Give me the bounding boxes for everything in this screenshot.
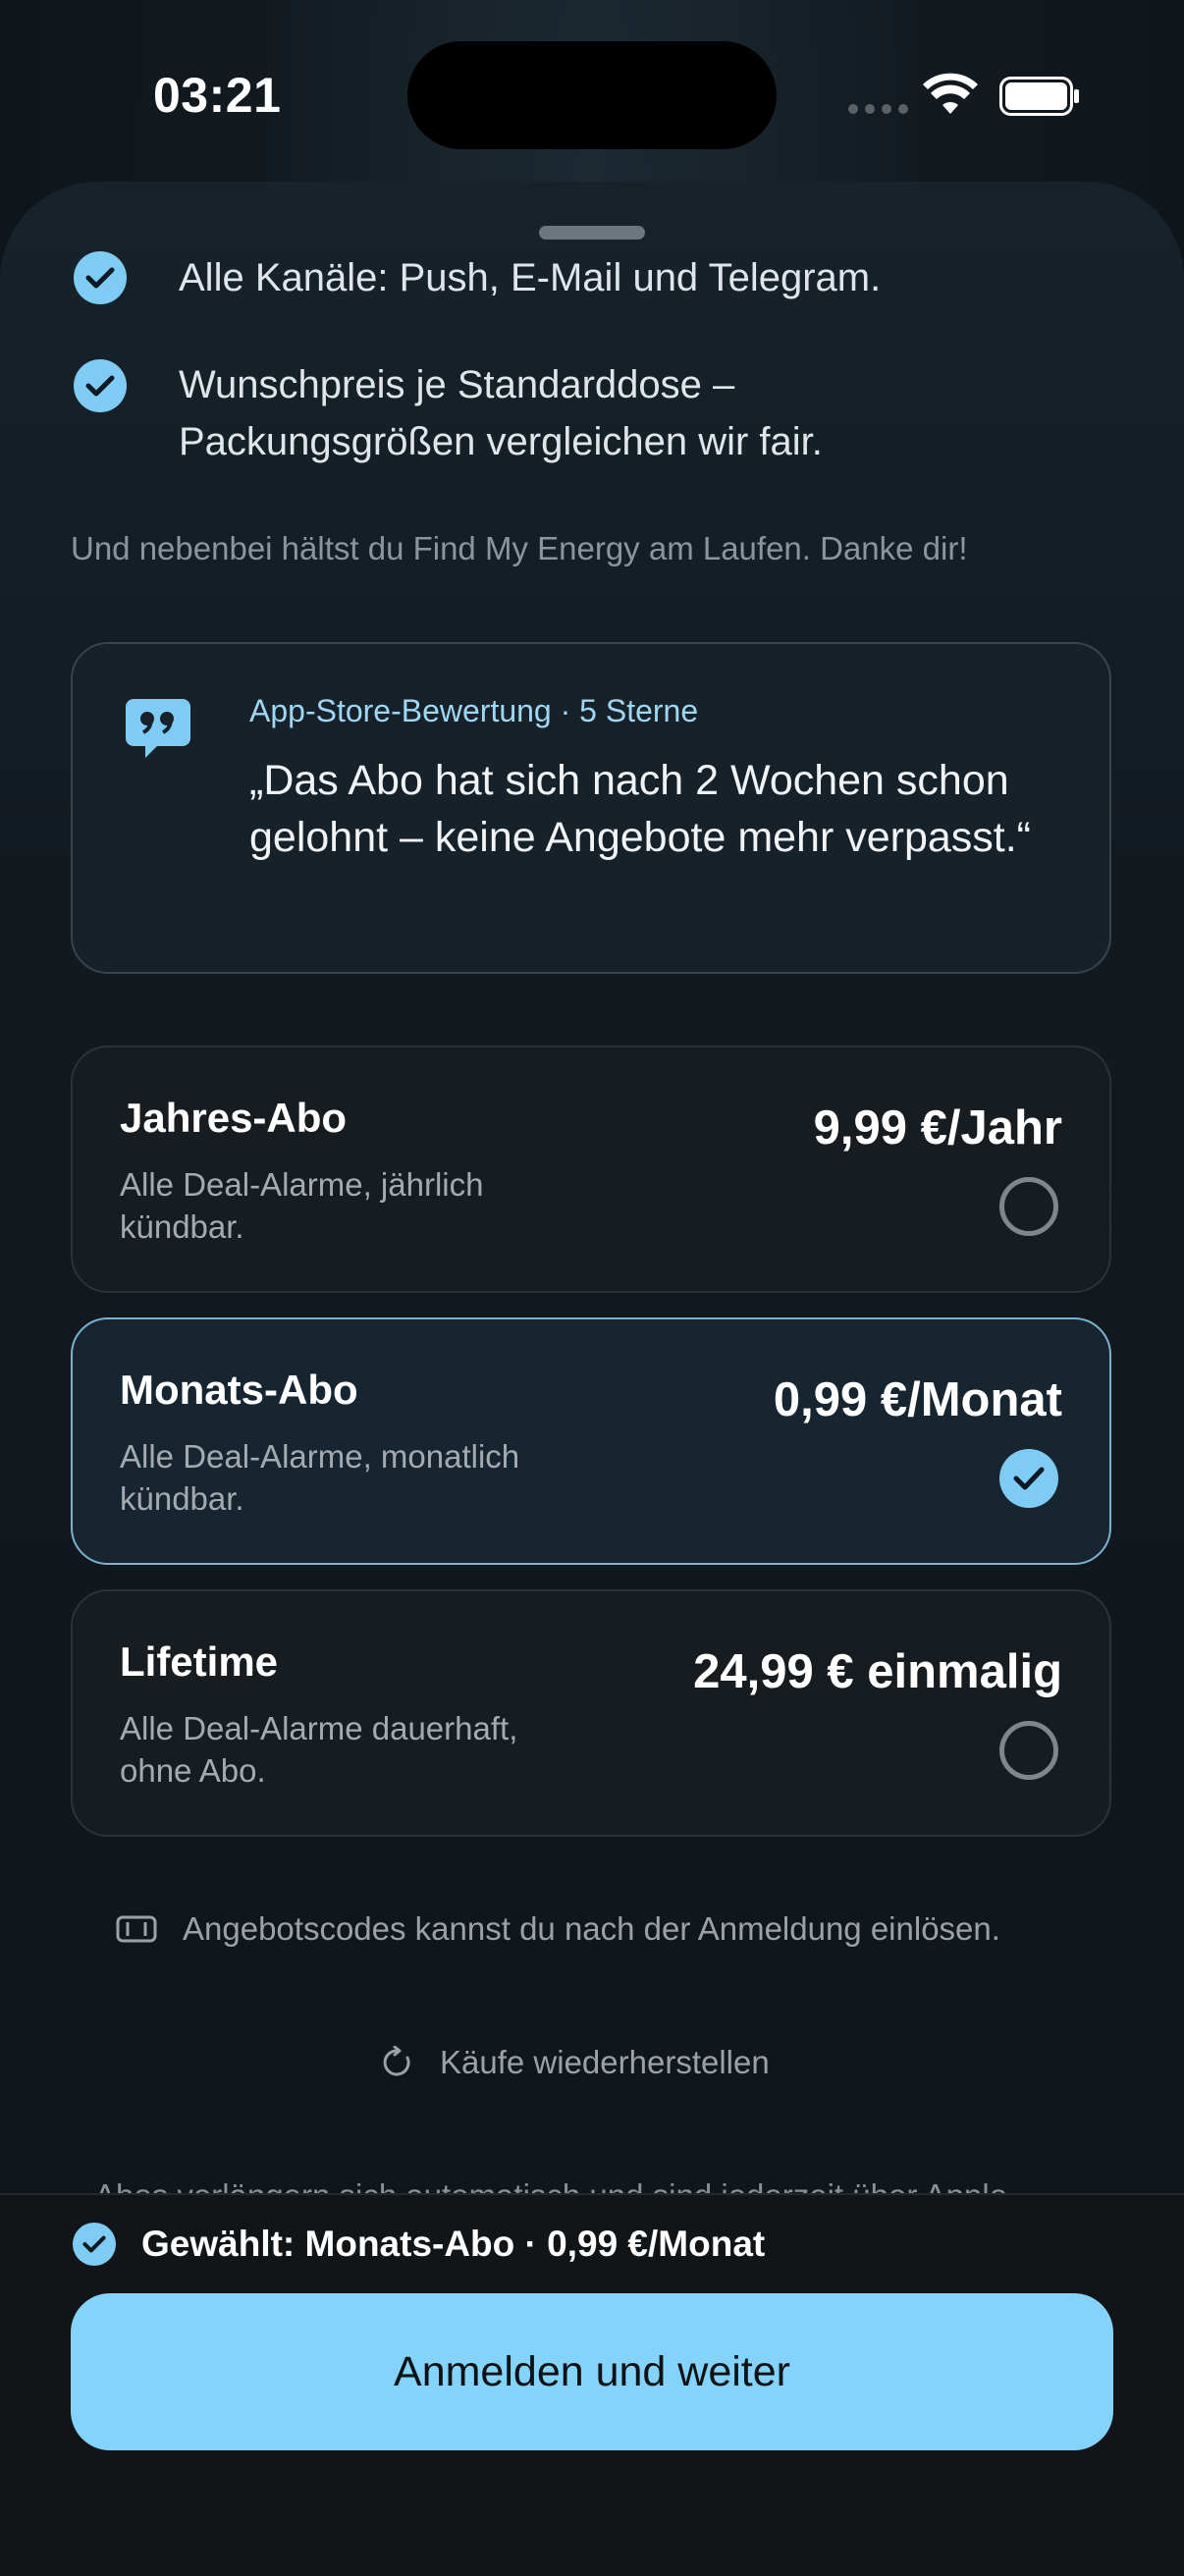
offer-codes-hint: Angebotscodes kannst du nach der Anmeldu…	[116, 1910, 1000, 1948]
check-icon	[73, 2223, 116, 2266]
plan-yearly[interactable]: Jahres-Abo Alle Deal-Alarme, jährlich kü…	[71, 1046, 1111, 1293]
plan-name: Monats-Abo	[120, 1367, 358, 1413]
restore-purchases-button[interactable]: Käufe wiederherstellen	[381, 2044, 770, 2081]
plan-name: Lifetime	[120, 1638, 279, 1685]
plan-monthly[interactable]: Monats-Abo Alle Deal-Alarme, monatlich k…	[71, 1317, 1111, 1565]
plan-price: 9,99 €/Jahr	[813, 1101, 1062, 1154]
plan-description: Alle Deal-Alarme, jährlich kündbar.	[120, 1166, 484, 1245]
selection-summary-text: Gewählt: Monats-Abo · 0,99 €/Monat	[141, 2224, 766, 2264]
plan-name: Jahres-Abo	[120, 1095, 348, 1141]
sign-in-continue-button[interactable]: Anmelden und weiter	[71, 2293, 1113, 2450]
plan-lifetime[interactable]: Lifetime Alle Deal-Alarme dauerhaft, ohn…	[71, 1589, 1111, 1837]
sheet-grabber[interactable]	[539, 226, 645, 240]
radio-unselected-icon[interactable]	[999, 1721, 1058, 1780]
review-card: App-Store-Bewertung · 5 Sterne „Das Abo …	[71, 642, 1111, 974]
wifi-icon	[923, 73, 978, 114]
plan-price: 24,99 € einmalig	[693, 1645, 1062, 1698]
restore-label: Käufe wiederherstellen	[440, 2044, 770, 2080]
plan-description: Alle Deal-Alarme, monatlich kündbar.	[120, 1438, 520, 1517]
review-source: App-Store-Bewertung · 5 Sterne	[249, 693, 699, 728]
feature-wish-price: Wunschpreis je Standarddose – Packungsgr…	[179, 363, 823, 463]
quote-bubble-icon	[126, 699, 190, 758]
check-icon	[74, 251, 127, 304]
review-quote: „Das Abo hat sich nach 2 Wochen schon ge…	[249, 757, 1032, 861]
battery-icon	[999, 77, 1079, 116]
dynamic-island	[407, 41, 777, 149]
bottom-bar: Gewählt: Monats-Abo · 0,99 €/Monat Anmel…	[0, 2193, 1184, 2576]
plan-description: Alle Deal-Alarme dauerhaft, ohne Abo.	[120, 1710, 518, 1789]
refresh-icon	[383, 2046, 410, 2076]
selection-summary: Gewählt: Monats-Abo · 0,99 €/Monat	[73, 2223, 765, 2266]
ticket-icon	[116, 1915, 157, 1943]
cellular-signal-icon	[848, 104, 908, 114]
offer-codes-text: Angebotscodes kannst du nach der Anmeldu…	[183, 1910, 1000, 1947]
thank-you-note: Und nebenbei hältst du Find My Energy am…	[71, 530, 968, 566]
check-icon	[74, 359, 127, 412]
plan-price: 0,99 €/Monat	[773, 1373, 1062, 1426]
feature-channels: Alle Kanäle: Push, E-Mail und Telegram.	[179, 256, 882, 299]
radio-selected-icon[interactable]	[999, 1449, 1058, 1508]
status-time: 03:21	[153, 68, 282, 123]
radio-unselected-icon[interactable]	[999, 1177, 1058, 1236]
